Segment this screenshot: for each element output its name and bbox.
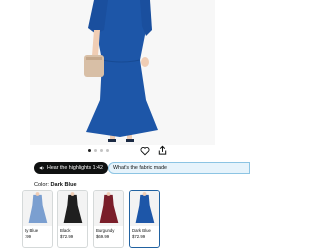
color-swatch-black[interactable]: Black $72.99 <box>57 190 88 248</box>
hear-highlights-label: Hear the highlights 1:42 <box>47 165 103 171</box>
color-swatch-burgundy[interactable]: Burgundy $69.99 <box>93 190 124 248</box>
swatch-name: ty Blue <box>25 228 39 233</box>
product-image[interactable] <box>0 0 250 145</box>
speaker-icon <box>39 166 44 170</box>
dress-model-photo[interactable] <box>0 0 250 145</box>
selected-color-value: Dark Blue <box>50 182 77 188</box>
swatch-name: Black <box>60 228 71 233</box>
color-selector-label: Color: Dark Blue <box>34 182 77 188</box>
hear-highlights-button[interactable]: Hear the highlights 1:42 <box>34 162 108 174</box>
swatch-name: Burgundy <box>96 228 115 233</box>
swatch-thumbnail <box>94 191 123 226</box>
swatch-price: $72.99 <box>132 234 146 239</box>
fabric-question-label: What's the fabric made <box>113 165 168 171</box>
carousel-dot[interactable] <box>100 149 103 152</box>
color-swatch-light-blue[interactable]: ty Blue :99 <box>22 190 53 248</box>
color-label-prefix: Color: <box>34 182 49 188</box>
swatch-thumbnail <box>58 191 87 226</box>
fabric-question-button[interactable]: What's the fabric made <box>108 162 250 174</box>
share-icon[interactable] <box>157 145 168 156</box>
swatch-thumbnail <box>23 191 52 226</box>
carousel-dots[interactable] <box>88 149 109 152</box>
color-swatch-dark-blue[interactable]: Dark Blue $72.99 <box>129 190 160 248</box>
swatch-price: $72.99 <box>60 234 74 239</box>
swatch-name: Dark Blue <box>132 228 151 233</box>
swatch-price: $69.99 <box>96 234 110 239</box>
carousel-dot[interactable] <box>106 149 109 152</box>
carousel-dot[interactable] <box>94 149 97 152</box>
swatch-thumbnail <box>130 191 159 226</box>
heart-icon[interactable] <box>140 146 150 156</box>
swatch-price: :99 <box>25 234 31 239</box>
carousel-dot[interactable] <box>88 149 91 152</box>
